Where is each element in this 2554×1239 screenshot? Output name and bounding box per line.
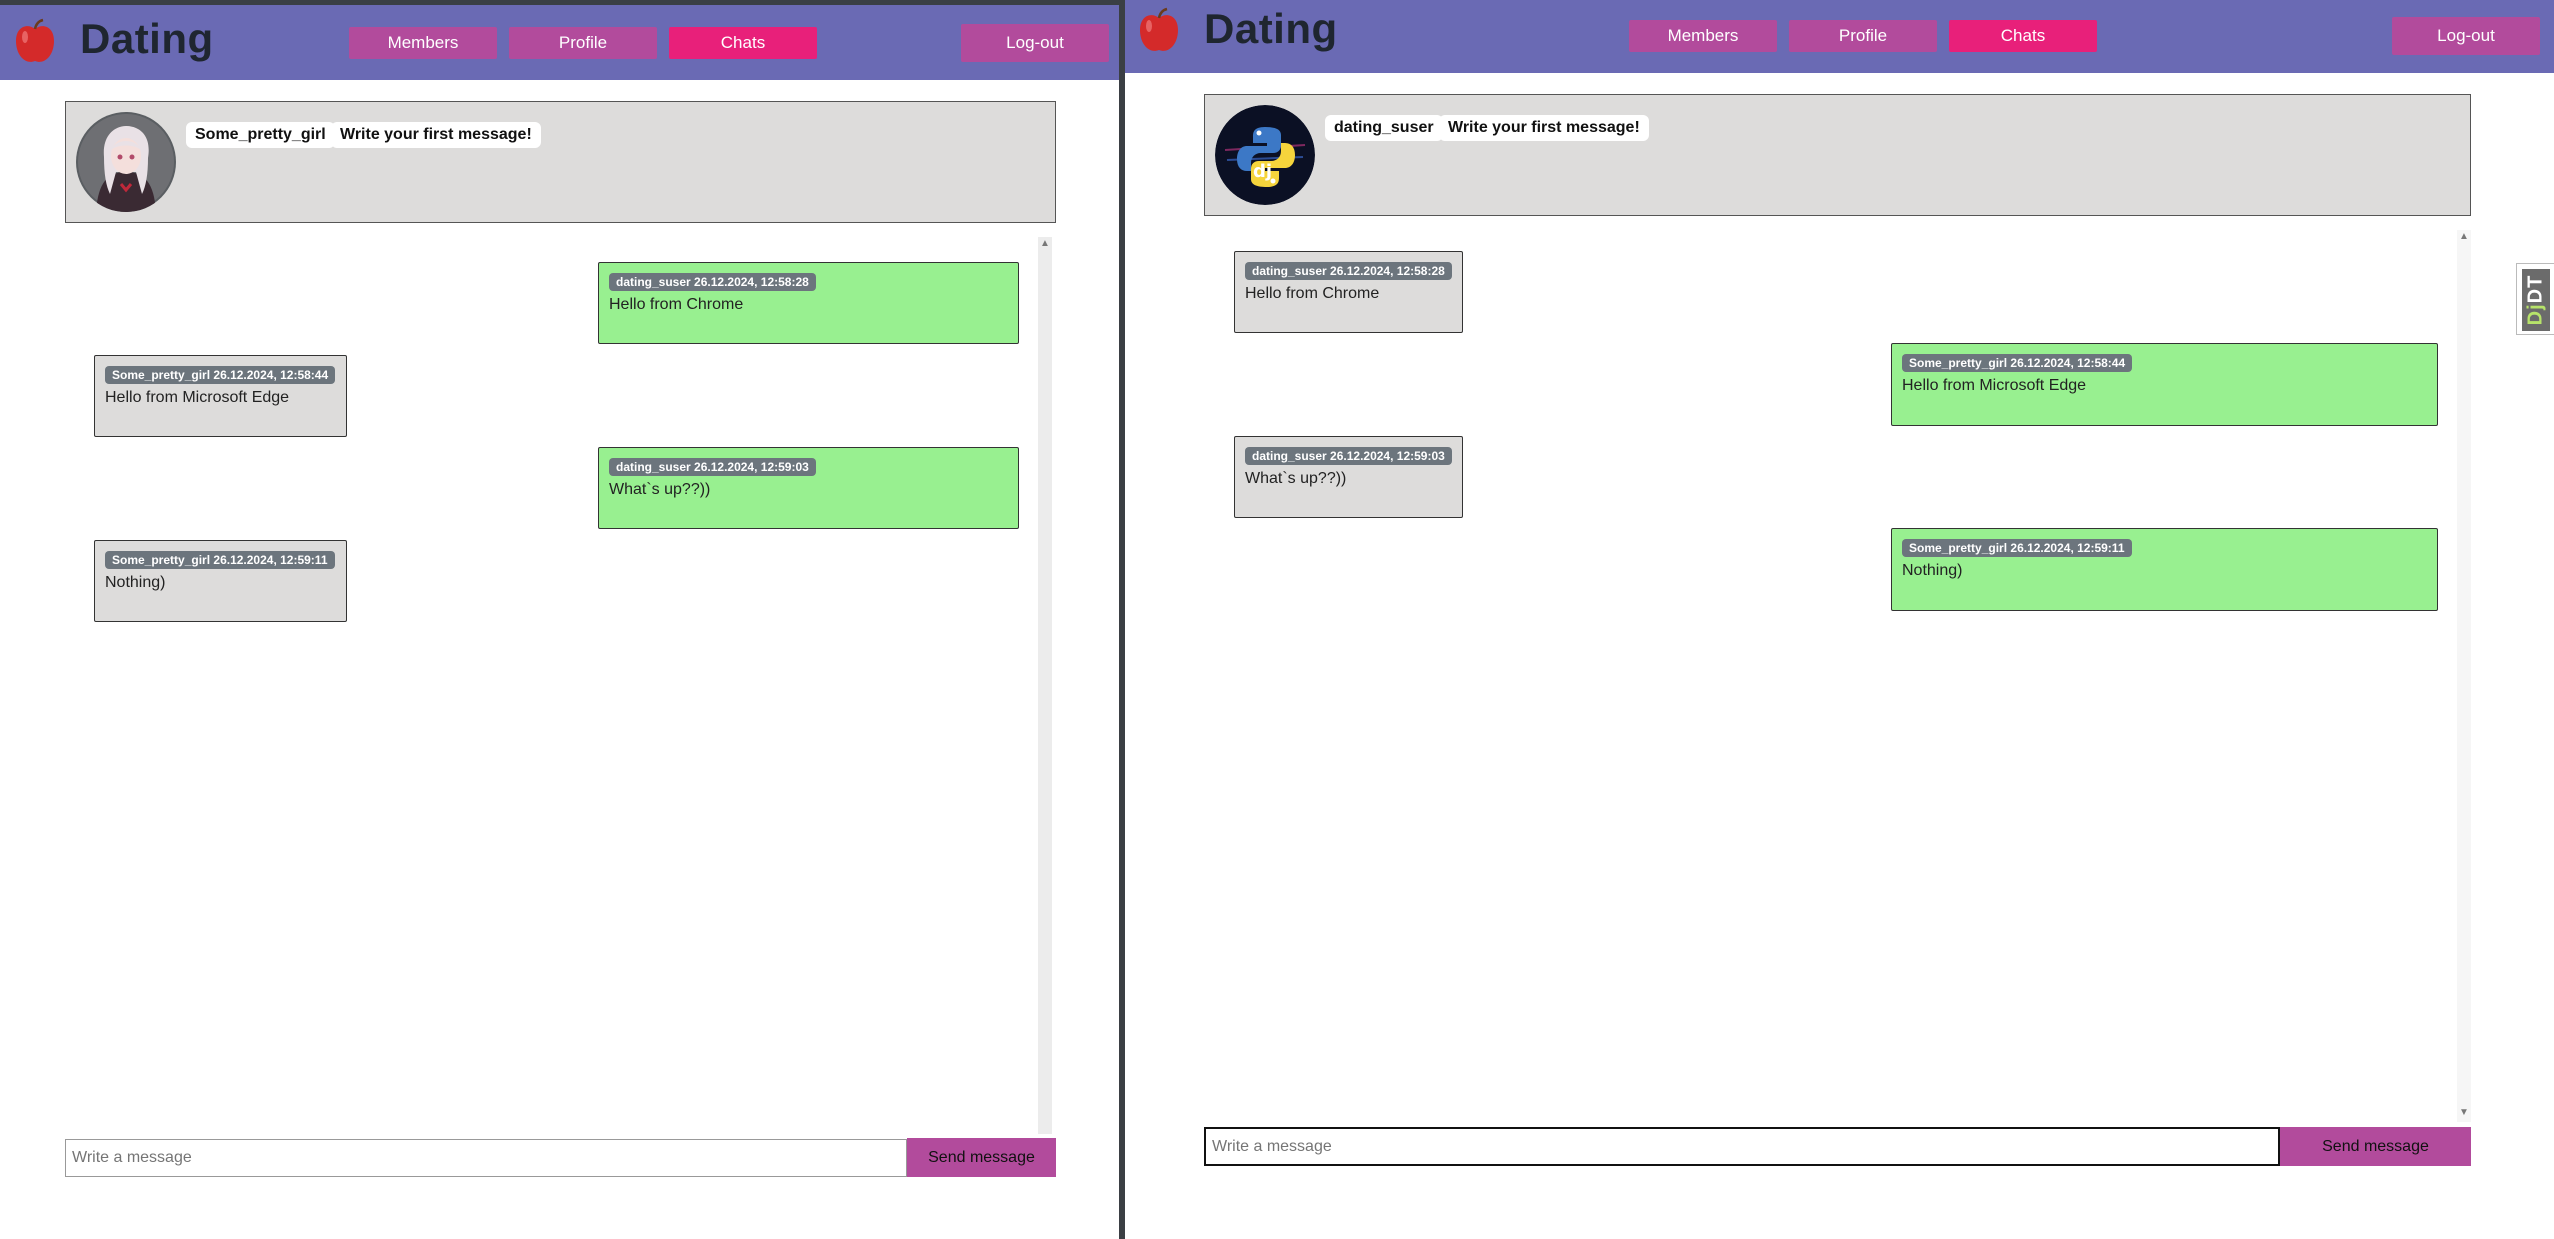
message-meta-badge: Some_pretty_girl 26.12.2024, 12:58:44 [1902,354,2133,372]
first-message-hint: Write your first message! [1439,115,1649,141]
message-meta-badge: dating_suser 26.12.2024, 12:58:28 [609,273,816,291]
message-meta-badge: dating_suser 26.12.2024, 12:59:03 [1245,447,1452,465]
chat-partner-username[interactable]: Some_pretty_girl [186,122,335,148]
nav-members-button[interactable]: Members [1629,20,1777,52]
message-meta-badge: Some_pretty_girl 26.12.2024, 12:59:11 [105,551,335,569]
chat-header: dj dating_suser Write your first message… [1204,94,2471,216]
message-author: dating_suser [1252,264,1327,278]
message-meta-badge: Some_pretty_girl 26.12.2024, 12:58:44 [105,366,336,384]
message-input[interactable] [1204,1127,2280,1166]
messages-area[interactable]: dating_suser 26.12.2024, 12:58:28 Hello … [65,237,1056,1134]
message-author: dating_suser [1252,449,1327,463]
scroll-up-arrow-icon[interactable]: ▲ [1040,239,1050,249]
message-author: Some_pretty_girl [1909,541,2008,555]
message-author: Some_pretty_girl [112,553,211,567]
message-bubble: dating_suser 26.12.2024, 12:59:03 What`s… [1234,436,1463,518]
apple-logo-icon[interactable] [1134,6,1184,56]
svg-text:dj: dj [1253,161,1272,182]
debug-toolbar-label-suffix: DT [2524,274,2547,304]
debug-toolbar-label: DjDT [2525,275,2548,326]
chat-header: Some_pretty_girl Write your first messag… [65,101,1056,223]
django-debug-toolbar-handle[interactable]: DjDT [2516,263,2554,335]
message-input[interactable] [65,1139,907,1177]
message-text: Hello from Chrome [609,296,744,313]
message-text: Hello from Microsoft Edge [1902,377,2087,394]
nav-profile-button[interactable]: Profile [1789,20,1937,52]
scroll-up-arrow-icon[interactable]: ▲ [2459,232,2469,242]
django-python-avatar-icon: dj [1215,105,1315,205]
message-bubble: Some_pretty_girl 26.12.2024, 12:59:11 No… [1891,528,2438,611]
anime-girl-avatar-icon [76,112,176,212]
browser-window-right: Dating Members Profile Chats Log-out dj … [1125,0,2554,1239]
chat-partner-username[interactable]: dating_suser [1325,115,1443,141]
avatar: dj [1215,105,1315,205]
message-meta-badge: dating_suser 26.12.2024, 12:59:03 [609,458,816,476]
message-timestamp: 26.12.2024, 12:58:44 [213,368,329,382]
debug-toolbar-label-prefix: Dj [2524,303,2547,326]
messages-scrollbar[interactable]: ▲ ▼ [2457,230,2471,1122]
send-message-button[interactable]: Send message [2280,1127,2471,1166]
message-text: What`s up??)) [1245,470,1347,487]
message-text: Nothing) [1902,562,1963,579]
message-timestamp: 26.12.2024, 12:58:28 [1330,264,1445,278]
logout-button[interactable]: Log-out [961,24,1109,62]
message-bubble: Some_pretty_girl 26.12.2024, 12:58:44 He… [1891,343,2438,426]
messages-scrollbar[interactable]: ▲ [1038,237,1052,1134]
message-bubble: dating_suser 26.12.2024, 12:58:28 Hello … [1234,251,1463,333]
message-meta-badge: dating_suser 26.12.2024, 12:58:28 [1245,262,1452,280]
browser-window-left: Dating Members Profile Chats Log-out Som… [0,0,1121,1239]
logout-button[interactable]: Log-out [2392,17,2540,55]
message-text: Nothing) [105,574,166,591]
first-message-hint: Write your first message! [331,122,541,148]
message-text: What`s up??)) [609,481,711,498]
nav-chats-button[interactable]: Chats [669,27,817,59]
message-timestamp: 26.12.2024, 12:59:03 [1330,449,1445,463]
message-bubble: Some_pretty_girl 26.12.2024, 12:58:44 He… [94,355,347,437]
nav-chats-button[interactable]: Chats [1949,20,2097,52]
message-timestamp: 26.12.2024, 12:58:44 [2010,356,2126,370]
nav-profile-button[interactable]: Profile [509,27,657,59]
message-timestamp: 26.12.2024, 12:59:11 [213,553,328,567]
message-timestamp: 26.12.2024, 12:59:11 [2010,541,2125,555]
brand-title[interactable]: Dating [80,15,214,63]
apple-logo-icon[interactable] [10,17,60,67]
messages-area[interactable]: dating_suser 26.12.2024, 12:58:28 Hello … [1204,230,2471,1122]
debug-toolbar-badge: DjDT [2522,269,2550,331]
send-message-button[interactable]: Send message [907,1138,1056,1177]
avatar [76,112,176,212]
navbar: Dating Members Profile Chats Log-out [1125,0,2554,73]
message-author: Some_pretty_girl [1909,356,2008,370]
message-author: dating_suser [616,460,691,474]
message-author: Some_pretty_girl [112,368,211,382]
message-text: Hello from Chrome [1245,285,1380,302]
message-meta-badge: Some_pretty_girl 26.12.2024, 12:59:11 [1902,539,2132,557]
message-bubble: dating_suser 26.12.2024, 12:58:28 Hello … [598,262,1019,344]
message-text: Hello from Microsoft Edge [105,389,290,406]
brand-title[interactable]: Dating [1204,5,1338,53]
message-timestamp: 26.12.2024, 12:58:28 [694,275,809,289]
message-bubble: dating_suser 26.12.2024, 12:59:03 What`s… [598,447,1019,529]
scroll-down-arrow-icon[interactable]: ▼ [2459,1108,2469,1118]
message-bubble: Some_pretty_girl 26.12.2024, 12:59:11 No… [94,540,347,622]
message-author: dating_suser [616,275,691,289]
nav-members-button[interactable]: Members [349,27,497,59]
navbar: Dating Members Profile Chats Log-out [0,5,1121,80]
message-timestamp: 26.12.2024, 12:59:03 [694,460,809,474]
